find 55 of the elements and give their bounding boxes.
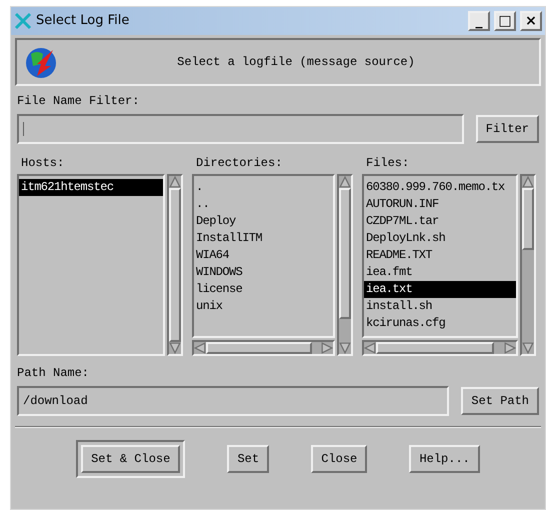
scroll-arrow-icon[interactable] xyxy=(339,342,351,354)
dialog-button[interactable]: Help... xyxy=(409,445,480,473)
dialog-button[interactable]: Set & Close xyxy=(81,445,180,473)
list-box[interactable]: itm621htemstec xyxy=(17,174,165,356)
header-message: Select a logfile (message source) xyxy=(176,54,416,71)
filter-input-field[interactable] xyxy=(17,114,464,144)
list-item[interactable]: itm621htemstec xyxy=(19,179,163,196)
path-label: Path Name: xyxy=(17,365,90,382)
scroll-arrow-icon[interactable] xyxy=(321,342,333,354)
scroll-arrow-icon[interactable] xyxy=(364,342,376,354)
scroll-arrow-icon[interactable] xyxy=(339,176,351,188)
list-item[interactable]: unix xyxy=(194,298,333,315)
list-item[interactable]: iea.txt xyxy=(364,281,516,298)
list-item[interactable]: install.sh xyxy=(364,298,516,315)
list-box[interactable]: . .. Deploy InstallITM WIA64 WINDOWS license unix xyxy=(192,174,335,338)
dialog-button[interactable]: Close xyxy=(311,445,368,473)
list-item[interactable]: Deploy xyxy=(194,213,333,230)
vertical-scrollbar[interactable] xyxy=(167,174,183,356)
filter-label: File Name Filter: xyxy=(17,93,140,110)
scroll-arrow-icon[interactable] xyxy=(169,342,181,354)
list-box[interactable]: 60380.999.760.memo.tx AUTORUN.INF CZDP7ML.tar DeployLnk.sh README.TXT iea.fmt iea.txt install.sh kcirunas.cfg xyxy=(362,174,518,338)
list-item[interactable]: WIA64 xyxy=(194,247,333,264)
horizontal-scrollbar[interactable] xyxy=(192,340,335,356)
list-item[interactable]: iea.fmt xyxy=(364,264,516,281)
list-label: Directories: xyxy=(195,155,284,172)
dialog-button[interactable]: Set Path xyxy=(461,387,539,415)
window-control-button[interactable]: × xyxy=(520,11,542,31)
scroll-arrow-icon[interactable] xyxy=(522,176,534,188)
list-item[interactable]: InstallITM xyxy=(194,230,333,247)
scroll-arrow-icon[interactable] xyxy=(169,176,181,188)
list-item[interactable]: license xyxy=(194,281,333,298)
path-input-field[interactable]: /download xyxy=(17,386,450,416)
vertical-scrollbar[interactable] xyxy=(520,174,536,356)
window-title: Select Log File xyxy=(36,12,130,30)
scroll-arrow-icon[interactable] xyxy=(194,342,206,354)
list-item[interactable]: 60380.999.760.memo.tx xyxy=(364,179,516,196)
list-item[interactable]: DeployLnk.sh xyxy=(364,230,516,247)
vertical-scrollbar[interactable] xyxy=(337,174,353,356)
window-control-button[interactable]: □ xyxy=(494,11,516,31)
horizontal-scrollbar[interactable] xyxy=(362,340,518,356)
list-item[interactable]: kcirunas.cfg xyxy=(364,315,516,332)
list-item[interactable]: AUTORUN.INF xyxy=(364,196,516,213)
list-item[interactable]: CZDP7ML.tar xyxy=(364,213,516,230)
list-item[interactable]: README.TXT xyxy=(364,247,516,264)
list-label: Files: xyxy=(365,155,410,172)
list-label: Hosts: xyxy=(20,155,66,172)
scroll-arrow-icon[interactable] xyxy=(522,342,534,354)
dialog-button[interactable]: Filter xyxy=(476,115,539,143)
x-logo-icon xyxy=(14,12,32,30)
list-item[interactable]: WINDOWS xyxy=(194,264,333,281)
scroll-arrow-icon[interactable] xyxy=(504,342,516,354)
list-item[interactable]: .. xyxy=(194,196,333,213)
window-control-button[interactable]: _ xyxy=(468,11,490,31)
dialog-button[interactable]: Set xyxy=(227,445,270,473)
list-item[interactable]: . xyxy=(194,179,333,196)
